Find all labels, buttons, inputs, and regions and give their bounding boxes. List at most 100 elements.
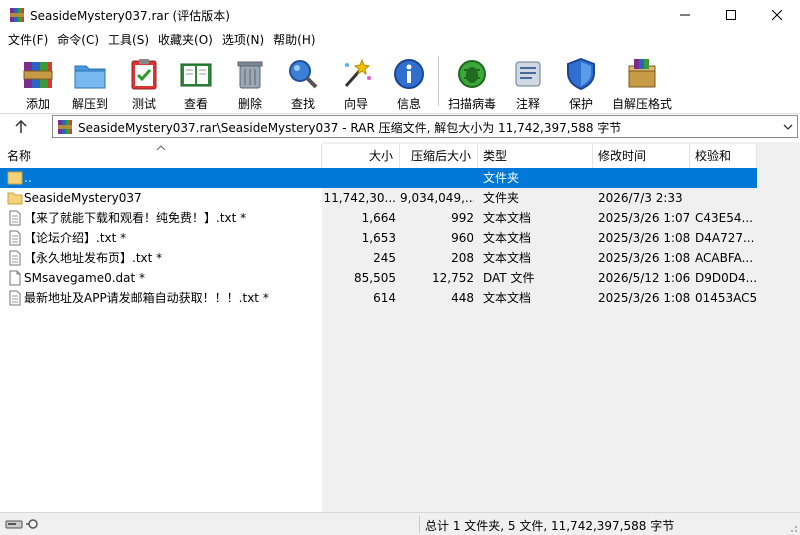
virus-scan-label: 扫描病毒 — [447, 97, 496, 111]
file-packed-size: 208 — [451, 251, 474, 265]
virus-scan-button[interactable]: 扫描病毒 — [446, 52, 498, 112]
info-button[interactable]: 信息 — [383, 52, 435, 112]
extract-folder-icon — [74, 65, 106, 89]
column-header-modified[interactable]: 修改时间 — [593, 144, 690, 168]
comment-button[interactable]: 注释 — [502, 52, 554, 112]
file-type: 文件夹 — [483, 191, 520, 205]
file-name: SMsavegame0.dat * — [24, 271, 146, 285]
column-header-type[interactable]: 类型 — [478, 144, 593, 168]
wizard-label: 向导 — [343, 97, 368, 111]
shield-icon — [567, 57, 595, 91]
virus-scan-icon — [458, 60, 486, 88]
menu-options[interactable]: 选项(N) — [218, 30, 268, 50]
file-name: 【永久地址发布页】.txt * — [24, 251, 163, 265]
key-icon[interactable] — [25, 517, 39, 531]
wizard-button[interactable]: 向导 — [330, 52, 382, 112]
file-icon — [7, 270, 23, 286]
menu-tools[interactable]: 工具(S) — [104, 30, 153, 50]
maximize-button[interactable] — [708, 0, 754, 30]
file-packed-size: 9,034,049,... — [400, 191, 474, 205]
find-button[interactable]: 查找 — [277, 52, 329, 112]
file-packed-size: 448 — [451, 291, 474, 305]
file-type: 文本文档 — [483, 231, 532, 245]
info-icon — [394, 59, 424, 89]
window-title: SeasideMystery037.rar (评估版本) — [30, 9, 230, 23]
file-size: 85,505 — [354, 271, 396, 285]
file-row[interactable]: .. 文件夹 — [0, 168, 757, 188]
file-row[interactable]: 最新地址及APP请发邮箱自动获取！！！.txt * 614 448 文本文档 2025/… — [0, 288, 757, 308]
protect-label: 保护 — [568, 97, 593, 111]
minimize-icon — [680, 14, 690, 16]
file-row[interactable]: SMsavegame0.dat * 85,505 12,752 DAT 文件 2026/… — [0, 268, 757, 288]
path-field[interactable]: SeasideMystery037.rar\SeasideMystery037 … — [52, 115, 798, 138]
sort-ascending-icon — [156, 145, 166, 151]
sfx-label: 自解压格式 — [612, 97, 673, 111]
column-header-crc[interactable]: 校验和 — [690, 144, 757, 168]
file-row[interactable]: 【论坛介绍】.txt * 1,653 960 文本文档 2025/3/26 1:08 D4… — [0, 228, 757, 248]
file-crc: D9D0D4... — [695, 271, 757, 285]
delete-button[interactable]: 删除 — [224, 52, 276, 112]
file-list[interactable]: 名称 大小 压缩后大小 类型 修改时间 校验和 .. 文件夹 SeasideMyst… — [0, 142, 800, 512]
info-label: 信息 — [396, 97, 421, 111]
file-size: 1,653 — [361, 231, 396, 245]
file-rows: .. 文件夹 SeasideMystery037 11,742,30... 9,034,… — [0, 168, 757, 308]
file-size: 1,664 — [361, 211, 396, 225]
text-file-icon — [7, 250, 23, 266]
folder-up-icon — [7, 170, 23, 186]
status-icons — [5, 517, 39, 531]
resize-grip-icon[interactable] — [788, 523, 798, 533]
arrow-up-icon — [15, 120, 27, 133]
view-button[interactable]: 查看 — [170, 52, 222, 112]
file-name: 最新地址及APP请发邮箱自动获取！！！.txt * — [24, 291, 269, 305]
minimize-button[interactable] — [662, 0, 708, 30]
add-button[interactable]: 添加 — [12, 52, 64, 112]
file-crc: ACABFA... — [695, 251, 754, 265]
title-bar[interactable]: SeasideMystery037.rar (评估版本) — [0, 0, 800, 30]
winrar-app-icon — [10, 8, 24, 22]
add-label: 添加 — [25, 97, 50, 111]
up-button[interactable] — [6, 117, 36, 137]
menu-favorites[interactable]: 收藏夹(O) — [154, 30, 217, 50]
file-modified: 2025/3/26 1:08 — [598, 251, 690, 265]
drive-icon[interactable] — [5, 517, 23, 531]
column-crc-label: 校验和 — [695, 149, 732, 163]
file-modified: 2026/5/12 1:06 — [598, 271, 690, 285]
column-packed-label: 压缩后大小 — [410, 149, 471, 163]
add-archive-icon — [23, 62, 53, 88]
path-text: SeasideMystery037.rar\SeasideMystery037 … — [78, 121, 622, 135]
test-button[interactable]: 测试 — [118, 52, 170, 112]
wizard-wand-icon — [344, 58, 371, 87]
file-type: DAT 文件 — [483, 271, 535, 285]
column-header-size[interactable]: 大小 — [322, 144, 400, 168]
sfx-button[interactable]: 自解压格式 — [612, 52, 672, 112]
file-size: 614 — [373, 291, 396, 305]
file-row[interactable]: SeasideMystery037 11,742,30... 9,034,049,.… — [0, 188, 757, 208]
file-crc: 01453AC5 — [695, 291, 757, 305]
file-row[interactable]: 【永久地址发布页】.txt * 245 208 文本文档 2025/3/26 1:08 A… — [0, 248, 757, 268]
column-header-name[interactable]: 名称 — [0, 144, 322, 168]
menu-bar: 文件(F) 命令(C) 工具(S) 收藏夹(O) 选项(N) 帮助(H) — [0, 30, 800, 50]
delete-label: 删除 — [237, 97, 262, 111]
close-button[interactable] — [754, 0, 800, 30]
file-type: 文本文档 — [483, 291, 532, 305]
toolbar: 添加 解压到 测试 查看 删除 查找 向导 信息 扫描病毒 注释 保护 自解压格… — [0, 50, 800, 114]
file-modified: 2025/3/26 1:08 — [598, 231, 690, 245]
menu-help[interactable]: 帮助(H) — [269, 30, 319, 50]
text-file-icon — [7, 210, 23, 226]
file-row[interactable]: 【来了就能下载和观看！纯免费！】.txt * 1,664 992 文本文档 2025/3… — [0, 208, 757, 228]
protect-button[interactable]: 保护 — [555, 52, 607, 112]
menu-commands[interactable]: 命令(C) — [53, 30, 103, 50]
file-size: 245 — [373, 251, 396, 265]
column-type-label: 类型 — [483, 149, 508, 163]
file-modified: 2026/7/3 2:33 — [598, 191, 683, 205]
column-header-packed[interactable]: 压缩后大小 — [400, 144, 478, 168]
extract-to-button[interactable]: 解压到 — [64, 52, 116, 112]
magnifier-icon — [289, 60, 318, 89]
chevron-down-icon[interactable] — [782, 121, 794, 133]
view-label: 查看 — [183, 97, 208, 111]
find-label: 查找 — [290, 97, 315, 111]
column-size-label: 大小 — [368, 149, 393, 163]
file-name: .. — [24, 171, 32, 185]
status-summary: 总计 1 文件夹, 5 文件, 11,742,397,588 字节 — [425, 519, 675, 533]
menu-file[interactable]: 文件(F) — [4, 30, 52, 50]
